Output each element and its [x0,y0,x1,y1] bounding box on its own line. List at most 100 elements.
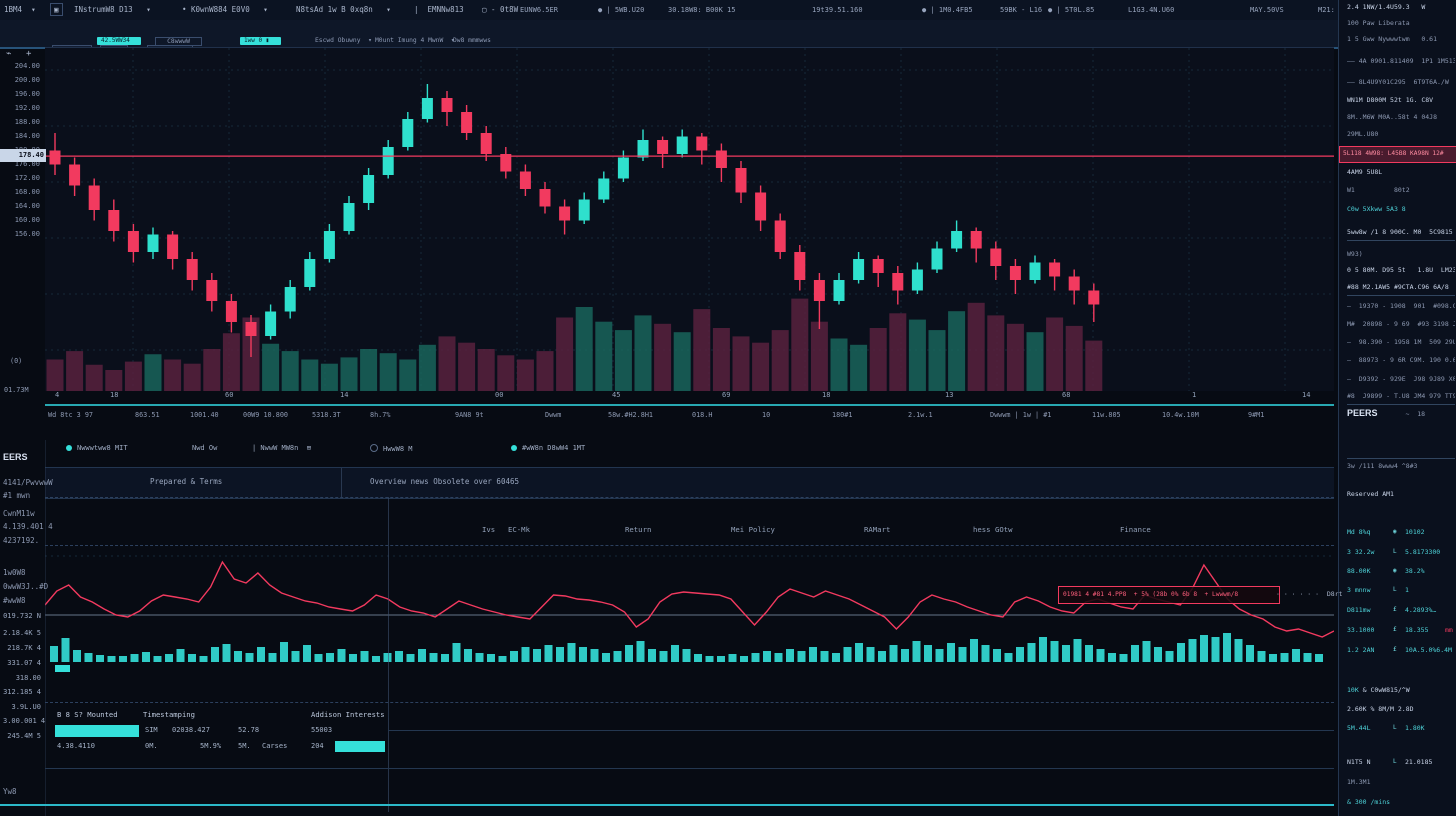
x-tick-1: 18 [110,391,118,399]
x-tick-9: 68 [1062,391,1070,399]
column-header-4[interactable]: RAMart [864,525,890,534]
sidebar-row-20[interactable]: #8 J9899 - T.U8 JM4 979 TT90 [1347,392,1455,405]
x-date-label-16: 9#M1 [1248,411,1264,419]
bottom-axis-label-17: 245.4M 5 [3,732,41,740]
sidebar2-row-2[interactable]: Md 8%q◉10102 [1347,528,1455,536]
x-date-label-11: 180#1 [832,411,852,419]
x-tick-11: 14 [1302,391,1310,399]
sidebar2-row-13[interactable]: 1M.3M1 [1347,778,1455,786]
trading-terminal: 1BM4 ▾▣INstrumW8 D13 ▾• K0wnW884 E0V0 ▾N… [0,0,1456,816]
sidebar-row-1[interactable]: 100 Paw Liberata [1347,19,1455,27]
table-r1c3: 55003 [311,726,332,734]
circle-icon [370,444,378,452]
sidebar2-row-0[interactable]: 3w /111 8www4 ^8#3 [1347,458,1455,470]
column-header-5[interactable]: hess GOtw [973,525,1013,534]
sidebar2-row-14[interactable]: & 300 /mins [1347,798,1455,806]
peers-label: PEERS [1347,408,1378,418]
bottom-tabs-row [45,467,1334,499]
bottom-axis-label-11: 218.7K 4 [3,644,41,652]
column-header-0[interactable]: Ivs [482,525,495,534]
sidebar-row-18[interactable]: — 88973 - 9 6R C9M. 190 0.60# [1347,356,1455,364]
x-date-label-7: Dwwm [545,411,561,419]
sidebar2-row-1[interactable]: Reserved AM1 [1347,490,1455,498]
sidebar2-row-5[interactable]: 3 mnnwL1 [1347,586,1455,594]
headers-top-border [45,497,1334,498]
column-header-3[interactable]: Mei Policy [731,525,775,534]
legend-item-2[interactable]: | NwwW MW8n ⊞ [252,444,311,452]
table-r1c1: 02038.427 [172,726,210,734]
sidebar-row-2[interactable]: 1 5 Gww Nywwwtwm 0.61 [1347,35,1455,43]
dot-icon [66,445,72,451]
sidebar-row-13[interactable]: 0 5 80M. D95 5t 1.8U LM23 [1347,266,1455,274]
sidebar2-row-6[interactable]: D811mw£4.2893%… [1347,606,1455,614]
x-date-label-8: 58w.#H2.8H1 [608,411,653,419]
column-header-2[interactable]: Return [625,525,651,534]
x-date-label-10: 10 [762,411,770,419]
legend-item-3[interactable]: HwwW8 M [370,444,413,453]
alert-callout[interactable]: 01981 4 #81 4.PP8 + 5% (28b 0% 6b 8 + Lw… [1058,586,1280,604]
x-date-label-1: 863.51 [135,411,160,419]
tab-0[interactable]: Prepared & Terms [150,477,222,486]
table-r1c0: SIM [145,726,158,734]
bottom-teal-rule [0,804,1334,806]
legend-item-0[interactable]: Nwwwtww8 MIT [66,444,128,452]
x-date-label-15: 10.4w.10M [1162,411,1199,419]
table-header-0: B 8 S? Mounted [57,710,118,719]
bottom-axis-label-6: 1w0W8 [3,568,26,577]
sidebar-row-6[interactable]: 8M..M6W M0A..58t 4 04J8 [1347,113,1455,121]
sidebar-row-14[interactable]: #88 M2.1AW5 #9CTA.C96 6A/8 [1347,283,1455,296]
sidebar-row-4[interactable]: —— 8L4U9Y01C295 6T9T6A./W [1347,78,1455,86]
table-progress-bar-1 [335,741,385,752]
sidebar2-row-10[interactable]: 2.60K % 8M/M 2.8D [1347,705,1455,713]
tab-1[interactable]: Overview news Obsolete over 60465 [370,477,519,486]
x-date-label-3: 00W9 10.800 [243,411,288,419]
legend-item-1[interactable]: Nwd Ow [192,444,217,452]
grid-line-1 [388,730,1334,731]
x-date-label-12: 2.1w.1 [908,411,933,419]
sidebar-row-8[interactable]: 4AM9 5U8L [1347,168,1455,176]
sidebar-row-3[interactable]: —— 4A 0901.811409 1P1 1M5134 [1347,57,1455,65]
mini-legend-chip[interactable] [55,665,70,672]
column-header-6[interactable]: Finance [1120,525,1151,534]
sidebar2-row-4[interactable]: 88.00K◉38.2% [1347,567,1455,575]
sidebar-alert-row[interactable]: 5L118 4W98: L45B8 KA98N 12# [1339,146,1456,163]
x-date-label-0: Wd 8tc 3 97 [48,411,93,419]
x-tick-4: 00 [495,391,503,399]
x-date-label-2: 1001.40 [190,411,219,419]
legend-item-4[interactable]: #wW8n D8wW4 1MT [511,444,585,452]
table-progress-bar-0 [55,725,139,737]
bottom-axis-label-5: 4237192. [3,536,39,545]
peers-header: PEERS~ 18 [1347,408,1455,418]
sidebar-row-0[interactable]: 2.4 1NW/1.4U59.3 W [1347,3,1455,11]
sidebar-row-5[interactable]: WN1M D800M 52t 1G. C8V [1347,96,1455,104]
chart-top-border [45,545,1334,546]
sidebar-row-19[interactable]: — D9392 - 929E J98 9J89 X04# [1347,375,1455,383]
bottom-axis-label-10: 2.18.4K 5 [3,629,41,637]
table-header-1: Timestamping [143,710,195,719]
bottom-axis-label-4: 4.139.401 4 [3,522,53,531]
sidebar2-row-3[interactable]: 3 32.2wL5.8173300 [1347,548,1455,556]
sidebar2-row-8[interactable]: 1.2 2AN£10A.5.0%6.4M [1347,646,1455,654]
sidebar2-row-11[interactable]: 5M.44LL1.80K [1347,724,1455,732]
bottom-axis-label-1: 4141/PwvwwW [3,478,53,487]
column-header-1[interactable]: EC-Mk [508,525,530,534]
sidebar-row-15[interactable]: — 19370 - 1908 901 #098.C # [1347,302,1455,310]
sidebar-row-11[interactable]: 5ww8w /1 8 900C. M0 5C9815 50# [1347,228,1455,241]
sidebar-row-17[interactable]: — 98.390 - 1958 1M 509 29U [1347,338,1455,346]
sidebar-row-9[interactable]: W1 80t2 [1347,186,1455,194]
sidebar-row-12[interactable]: W93) [1347,250,1455,258]
x-date-label-13: Dwwwm | 1w | #1 [990,411,1051,419]
sidebar2-row-12[interactable]: N1T5 NL21.0185 [1347,758,1455,766]
bottom-axis-label-14: 312.185 4 [3,688,41,696]
sidebar-row-10[interactable]: C0w 5Xkww 5A3 8 [1347,205,1455,213]
bottom-axis-label-8: #wwW8 [3,596,26,605]
sidebar-row-16[interactable]: M# 20898 - 9 69 #93 3198 J0# [1347,320,1455,328]
x-tick-5: 45 [612,391,620,399]
dot-icon [511,445,517,451]
x-date-label-14: 11w.805 [1092,411,1121,419]
bottom-axis-label-3: CwnM11w [3,509,35,518]
x-tick-2: 60 [225,391,233,399]
sidebar2-row-7[interactable]: 33.1000£18.355mm [1347,626,1455,634]
sidebar2-row-9[interactable]: 10K & C0wW815/^W [1347,686,1455,694]
sidebar-row-7[interactable]: 29ML.U80 [1347,130,1455,138]
